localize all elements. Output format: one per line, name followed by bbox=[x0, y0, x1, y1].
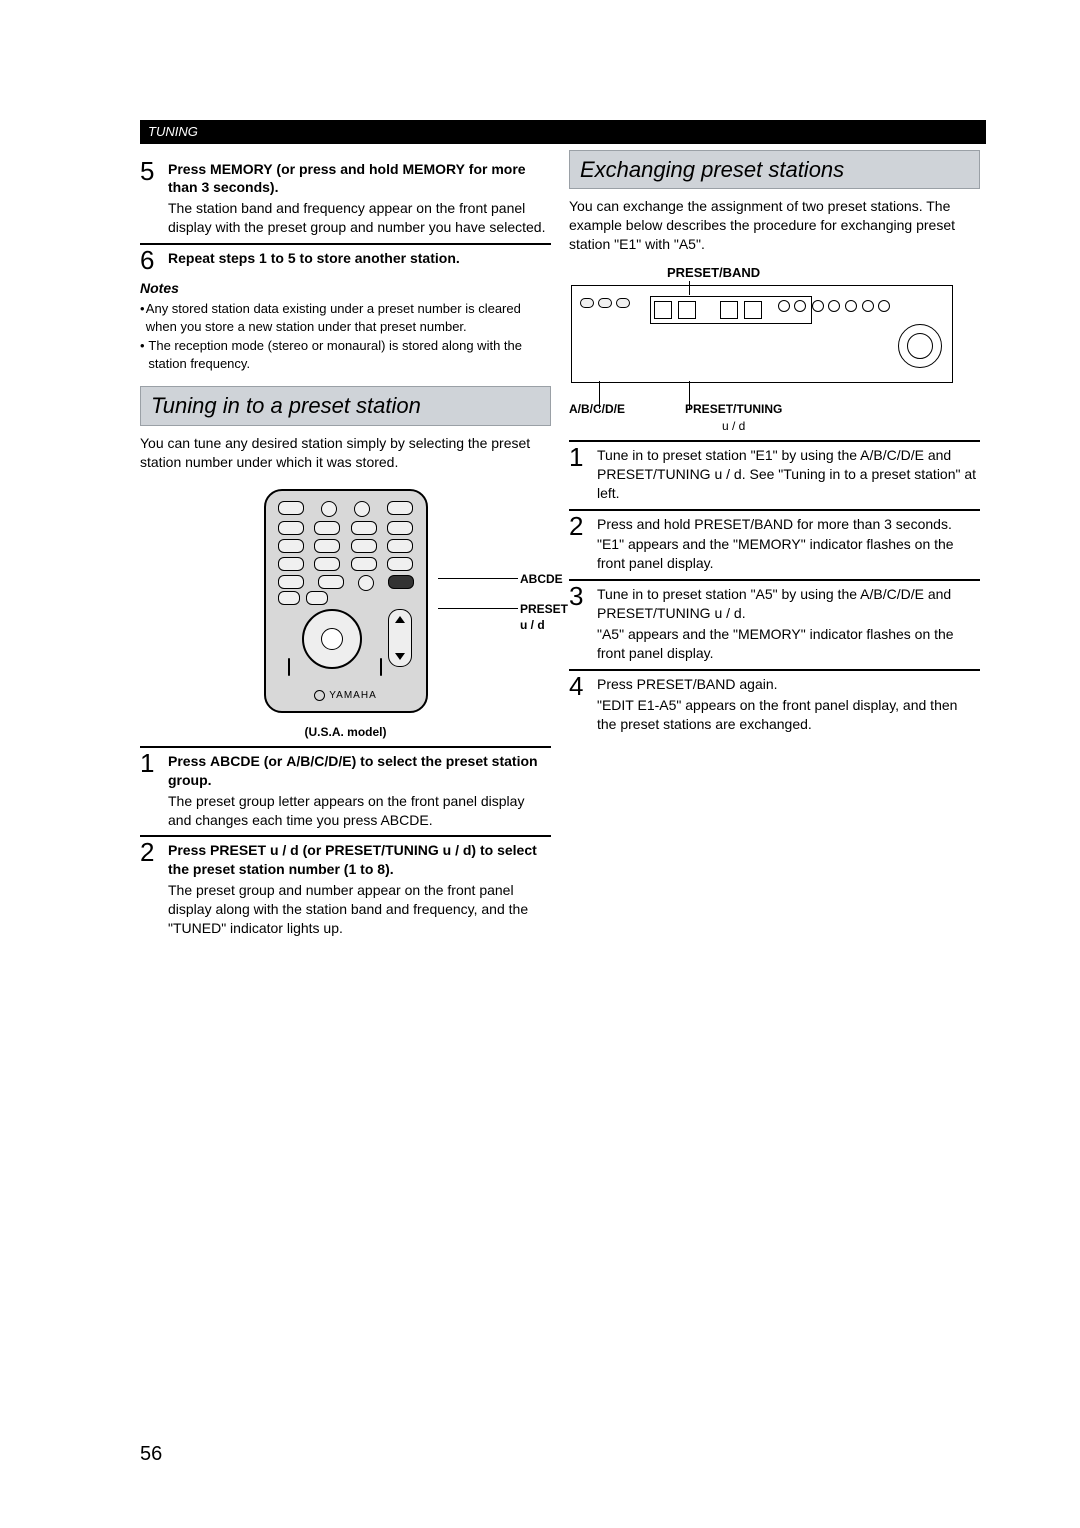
step-1-expl: The preset group letter appears on the f… bbox=[168, 792, 551, 830]
tuning-section-title: Tuning in to a preset station bbox=[140, 386, 551, 426]
rstep-2-text2: "E1" appears and the "MEMORY" indicator … bbox=[597, 535, 980, 573]
remote-body: YAMAHA bbox=[264, 489, 428, 713]
note-1: •Any stored station data existing under … bbox=[140, 300, 551, 335]
remote-illustration: YAMAHA ABCDE PRESET u / d bbox=[140, 486, 551, 716]
step-2-expl: The preset group and number appear on th… bbox=[168, 881, 551, 938]
notes-heading: Notes bbox=[140, 279, 551, 298]
page-number: 56 bbox=[140, 1441, 162, 1468]
rstep-2: 2 Press and hold PRESET/BAND for more th… bbox=[569, 509, 980, 574]
panel-caption: PRESET/BAND bbox=[667, 264, 980, 282]
step-6-title: Repeat steps 1 to 5 to store another sta… bbox=[168, 249, 551, 268]
step-number: 4 bbox=[569, 671, 597, 734]
step-number: 2 bbox=[140, 837, 168, 937]
panel-knob-icon bbox=[898, 324, 942, 368]
rstep-2-text: Press and hold PRESET/BAND for more than… bbox=[597, 515, 980, 534]
right-column: Exchanging preset stations You can excha… bbox=[569, 150, 980, 938]
step-number: 3 bbox=[569, 581, 597, 663]
tuning-section-intro: You can tune any desired station simply … bbox=[140, 434, 551, 472]
panel-bottom-labels: A/B/C/D/E PRESET/TUNING u / d bbox=[569, 401, 980, 433]
rstep-4: 4 Press PRESET/BAND again. "EDIT E1-A5" … bbox=[569, 669, 980, 734]
rstep-3-text2: "A5" appears and the "MEMORY" indicator … bbox=[597, 625, 980, 663]
left-column: 5 Press MEMORY (or press and hold MEMORY… bbox=[140, 150, 551, 938]
step-number: 2 bbox=[569, 511, 597, 574]
manual-page: TUNING 5 Press MEMORY (or press and hold… bbox=[0, 0, 1080, 1528]
panel-label-updown: u / d bbox=[722, 419, 745, 433]
step-5: 5 Press MEMORY (or press and hold MEMORY… bbox=[140, 156, 551, 238]
rstep-4-text: Press PRESET/BAND again. bbox=[597, 675, 980, 694]
remote-model-note: (U.S.A. model) bbox=[140, 724, 551, 740]
label-preset: PRESET u / d bbox=[520, 601, 568, 633]
step-6: 6 Repeat steps 1 to 5 to store another s… bbox=[140, 243, 551, 273]
step-1-title: Press ABCDE (or A/B/C/D/E) to select the… bbox=[168, 752, 551, 790]
step-number: 6 bbox=[140, 245, 168, 273]
rstep-4-text2: "EDIT E1-A5" appears on the front panel … bbox=[597, 696, 980, 734]
rstep-1: 1 Tune in to preset station "E1" by usin… bbox=[569, 440, 980, 503]
panel-label-preset-tuning: PRESET/TUNING bbox=[685, 402, 782, 416]
rstep-3: 3 Tune in to preset station "A5" by usin… bbox=[569, 579, 980, 663]
step-5-title: Press MEMORY (or press and hold MEMORY f… bbox=[168, 160, 551, 198]
remote-brand: YAMAHA bbox=[266, 689, 426, 703]
step-2-title: Press PRESET u / d (or PRESET/TUNING u /… bbox=[168, 841, 551, 879]
exchange-section-title: Exchanging preset stations bbox=[569, 150, 980, 190]
panel-label-abcde: A/B/C/D/E bbox=[569, 402, 625, 416]
label-abcde: ABCDE bbox=[520, 571, 563, 587]
step-1-tune: 1 Press ABCDE (or A/B/C/D/E) to select t… bbox=[140, 746, 551, 830]
front-panel-illustration: PRESET/BAND bbox=[569, 264, 980, 434]
volume-rocker-icon bbox=[388, 609, 412, 667]
step-number: 5 bbox=[140, 156, 168, 238]
note-2: •The reception mode (stereo or monaural)… bbox=[140, 337, 551, 372]
section-header-bar: TUNING bbox=[140, 120, 986, 144]
step-5-expl: The station band and frequency appear on… bbox=[168, 199, 551, 237]
step-2-tune: 2 Press PRESET u / d (or PRESET/TUNING u… bbox=[140, 835, 551, 937]
front-panel-box bbox=[571, 285, 953, 383]
rstep-1-text: Tune in to preset station "E1" by using … bbox=[597, 446, 980, 503]
rstep-3-text: Tune in to preset station "A5" by using … bbox=[597, 585, 980, 623]
step-number: 1 bbox=[569, 442, 597, 503]
exchange-section-intro: You can exchange the assignment of two p… bbox=[569, 197, 980, 254]
dpad-icon bbox=[302, 609, 362, 669]
step-number: 1 bbox=[140, 748, 168, 830]
two-column-layout: 5 Press MEMORY (or press and hold MEMORY… bbox=[140, 150, 980, 938]
